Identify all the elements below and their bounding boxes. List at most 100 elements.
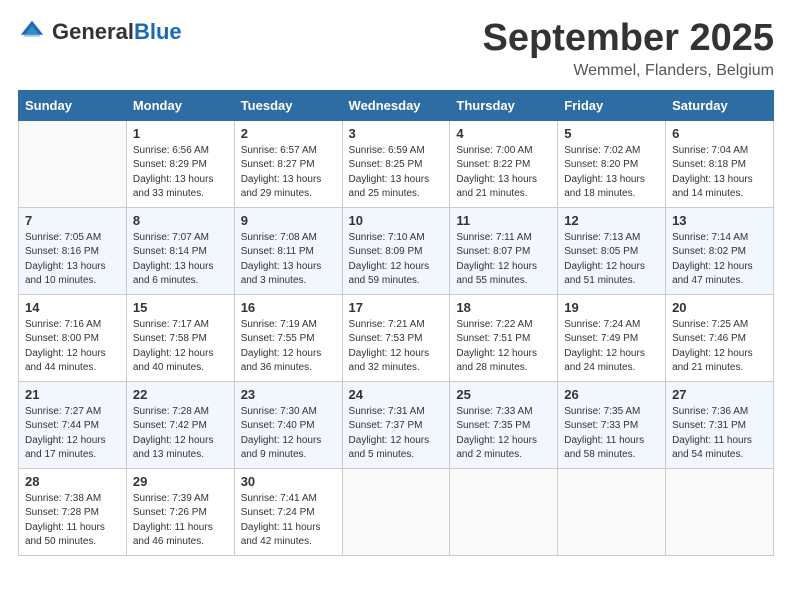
day-info: Sunrise: 6:57 AMSunset: 8:27 PMDaylight:… xyxy=(241,144,336,202)
calendar-cell: 27 Sunrise: 7:36 AMSunset: 7:31 PMDayligh… xyxy=(666,381,774,468)
week-row: 21 Sunrise: 7:27 AMSunset: 7:44 PMDayligh… xyxy=(19,381,774,468)
day-info: Sunrise: 7:22 AMSunset: 7:51 PMDaylight:… xyxy=(456,318,551,376)
day-number: 14 xyxy=(25,300,120,315)
month-title: September 2025 xyxy=(483,18,775,60)
day-info: Sunrise: 7:14 AMSunset: 8:02 PMDaylight:… xyxy=(672,231,767,289)
day-info: Sunrise: 7:21 AMSunset: 7:53 PMDaylight:… xyxy=(349,318,444,376)
calendar-cell xyxy=(450,468,558,555)
calendar-cell: 6 Sunrise: 7:04 AMSunset: 8:18 PMDaylight… xyxy=(666,120,774,207)
calendar-cell: 14 Sunrise: 7:16 AMSunset: 8:00 PMDayligh… xyxy=(19,294,127,381)
title-block: September 2025 Wemmel, Flanders, Belgium xyxy=(483,18,775,80)
calendar-cell: 5Sunrise: 7:02 AMSunset: 8:20 PMDaylight… xyxy=(558,120,666,207)
day-info: Sunrise: 7:39 AMSunset: 7:26 PMDaylight:… xyxy=(133,492,228,550)
day-info: Sunrise: 7:07 AMSunset: 8:14 PMDaylight:… xyxy=(133,231,228,289)
day-number: 9 xyxy=(241,213,336,228)
day-number: 27 xyxy=(672,387,767,402)
day-number: 21 xyxy=(25,387,120,402)
calendar-cell: 29 Sunrise: 7:39 AMSunset: 7:26 PMDayligh… xyxy=(126,468,234,555)
day-info: Sunrise: 6:56 AMSunset: 8:29 PMDaylight:… xyxy=(133,144,228,202)
calendar-cell: 23Sunrise: 7:30 AMSunset: 7:40 PMDayligh… xyxy=(234,381,342,468)
calendar-cell: 30 Sunrise: 7:41 AMSunset: 7:24 PMDayligh… xyxy=(234,468,342,555)
day-info: Sunrise: 7:41 AMSunset: 7:24 PMDaylight:… xyxy=(241,492,336,550)
day-number: 7 xyxy=(25,213,120,228)
week-row: 1 Sunrise: 6:56 AMSunset: 8:29 PMDaylight… xyxy=(19,120,774,207)
page-header: GeneralBlue September 2025 Wemmel, Fland… xyxy=(18,18,774,80)
day-number: 24 xyxy=(349,387,444,402)
calendar-cell: 22 Sunrise: 7:28 AMSunset: 7:42 PMDayligh… xyxy=(126,381,234,468)
day-number: 20 xyxy=(672,300,767,315)
calendar-cell: 9 Sunrise: 7:08 AMSunset: 8:11 PMDaylight… xyxy=(234,207,342,294)
day-info: Sunrise: 7:27 AMSunset: 7:44 PMDaylight:… xyxy=(25,405,120,463)
day-info: Sunrise: 7:35 AMSunset: 7:33 PMDaylight:… xyxy=(564,405,659,463)
day-number: 8 xyxy=(133,213,228,228)
day-info: Sunrise: 7:13 AMSunset: 8:05 PMDaylight:… xyxy=(564,231,659,289)
day-number: 17 xyxy=(349,300,444,315)
calendar-cell: 24 Sunrise: 7:31 AMSunset: 7:37 PMDayligh… xyxy=(342,381,450,468)
calendar-cell: 17 Sunrise: 7:21 AMSunset: 7:53 PMDayligh… xyxy=(342,294,450,381)
day-info: Sunrise: 7:19 AMSunset: 7:55 PMDaylight:… xyxy=(241,318,336,376)
calendar-cell xyxy=(666,468,774,555)
day-number: 6 xyxy=(672,126,767,141)
calendar-cell: 4 Sunrise: 7:00 AMSunset: 8:22 PMDaylight… xyxy=(450,120,558,207)
weekday-header: Sunday xyxy=(19,90,127,120)
day-info: Sunrise: 7:04 AMSunset: 8:18 PMDaylight:… xyxy=(672,144,767,202)
calendar-cell: 19Sunrise: 7:24 AMSunset: 7:49 PMDayligh… xyxy=(558,294,666,381)
day-number: 3 xyxy=(349,126,444,141)
day-number: 10 xyxy=(349,213,444,228)
day-number: 19 xyxy=(564,300,659,315)
weekday-header: Saturday xyxy=(666,90,774,120)
week-row: 14 Sunrise: 7:16 AMSunset: 8:00 PMDayligh… xyxy=(19,294,774,381)
weekday-header: Friday xyxy=(558,90,666,120)
calendar-cell: 16 Sunrise: 7:19 AMSunset: 7:55 PMDayligh… xyxy=(234,294,342,381)
day-info: Sunrise: 7:38 AMSunset: 7:28 PMDaylight:… xyxy=(25,492,120,550)
calendar-cell: 21 Sunrise: 7:27 AMSunset: 7:44 PMDayligh… xyxy=(19,381,127,468)
day-info: Sunrise: 7:10 AMSunset: 8:09 PMDaylight:… xyxy=(349,231,444,289)
day-number: 12 xyxy=(564,213,659,228)
day-info: Sunrise: 7:08 AMSunset: 8:11 PMDaylight:… xyxy=(241,231,336,289)
weekday-header: Monday xyxy=(126,90,234,120)
calendar-cell: 11Sunrise: 7:11 AMSunset: 8:07 PMDayligh… xyxy=(450,207,558,294)
weekday-header-row: SundayMondayTuesdayWednesdayThursdayFrid… xyxy=(19,90,774,120)
day-number: 1 xyxy=(133,126,228,141)
calendar-cell: 10 Sunrise: 7:10 AMSunset: 8:09 PMDayligh… xyxy=(342,207,450,294)
calendar-cell: 3 Sunrise: 6:59 AMSunset: 8:25 PMDaylight… xyxy=(342,120,450,207)
day-info: Sunrise: 7:28 AMSunset: 7:42 PMDaylight:… xyxy=(133,405,228,463)
calendar-cell: 18Sunrise: 7:22 AMSunset: 7:51 PMDayligh… xyxy=(450,294,558,381)
day-number: 28 xyxy=(25,474,120,489)
calendar-cell xyxy=(342,468,450,555)
day-number: 26 xyxy=(564,387,659,402)
day-info: Sunrise: 7:30 AMSunset: 7:40 PMDaylight:… xyxy=(241,405,336,463)
day-number: 30 xyxy=(241,474,336,489)
calendar-cell: 12 Sunrise: 7:13 AMSunset: 8:05 PMDayligh… xyxy=(558,207,666,294)
day-number: 11 xyxy=(456,213,551,228)
day-info: Sunrise: 7:31 AMSunset: 7:37 PMDaylight:… xyxy=(349,405,444,463)
day-number: 2 xyxy=(241,126,336,141)
calendar-cell: 8 Sunrise: 7:07 AMSunset: 8:14 PMDaylight… xyxy=(126,207,234,294)
day-number: 22 xyxy=(133,387,228,402)
logo-icon xyxy=(18,18,46,46)
day-info: Sunrise: 7:05 AMSunset: 8:16 PMDaylight:… xyxy=(25,231,120,289)
weekday-header: Tuesday xyxy=(234,90,342,120)
day-number: 4 xyxy=(456,126,551,141)
calendar-cell: 26 Sunrise: 7:35 AMSunset: 7:33 PMDayligh… xyxy=(558,381,666,468)
logo: GeneralBlue xyxy=(18,18,182,46)
day-info: Sunrise: 7:33 AMSunset: 7:35 PMDaylight:… xyxy=(456,405,551,463)
logo-text-general: General xyxy=(52,21,134,43)
calendar-table: SundayMondayTuesdayWednesdayThursdayFrid… xyxy=(18,90,774,556)
day-info: Sunrise: 7:25 AMSunset: 7:46 PMDaylight:… xyxy=(672,318,767,376)
day-info: Sunrise: 7:00 AMSunset: 8:22 PMDaylight:… xyxy=(456,144,551,202)
calendar-cell: 2 Sunrise: 6:57 AMSunset: 8:27 PMDaylight… xyxy=(234,120,342,207)
day-info: Sunrise: 7:16 AMSunset: 8:00 PMDaylight:… xyxy=(25,318,120,376)
day-number: 29 xyxy=(133,474,228,489)
day-info: Sunrise: 7:02 AMSunset: 8:20 PMDaylight:… xyxy=(564,144,659,202)
day-number: 25 xyxy=(456,387,551,402)
calendar-cell xyxy=(19,120,127,207)
location-title: Wemmel, Flanders, Belgium xyxy=(483,62,775,80)
weekday-header: Wednesday xyxy=(342,90,450,120)
day-info: Sunrise: 7:36 AMSunset: 7:31 PMDaylight:… xyxy=(672,405,767,463)
day-number: 16 xyxy=(241,300,336,315)
day-info: Sunrise: 6:59 AMSunset: 8:25 PMDaylight:… xyxy=(349,144,444,202)
calendar-cell xyxy=(558,468,666,555)
calendar-cell: 15Sunrise: 7:17 AMSunset: 7:58 PMDayligh… xyxy=(126,294,234,381)
week-row: 7 Sunrise: 7:05 AMSunset: 8:16 PMDaylight… xyxy=(19,207,774,294)
